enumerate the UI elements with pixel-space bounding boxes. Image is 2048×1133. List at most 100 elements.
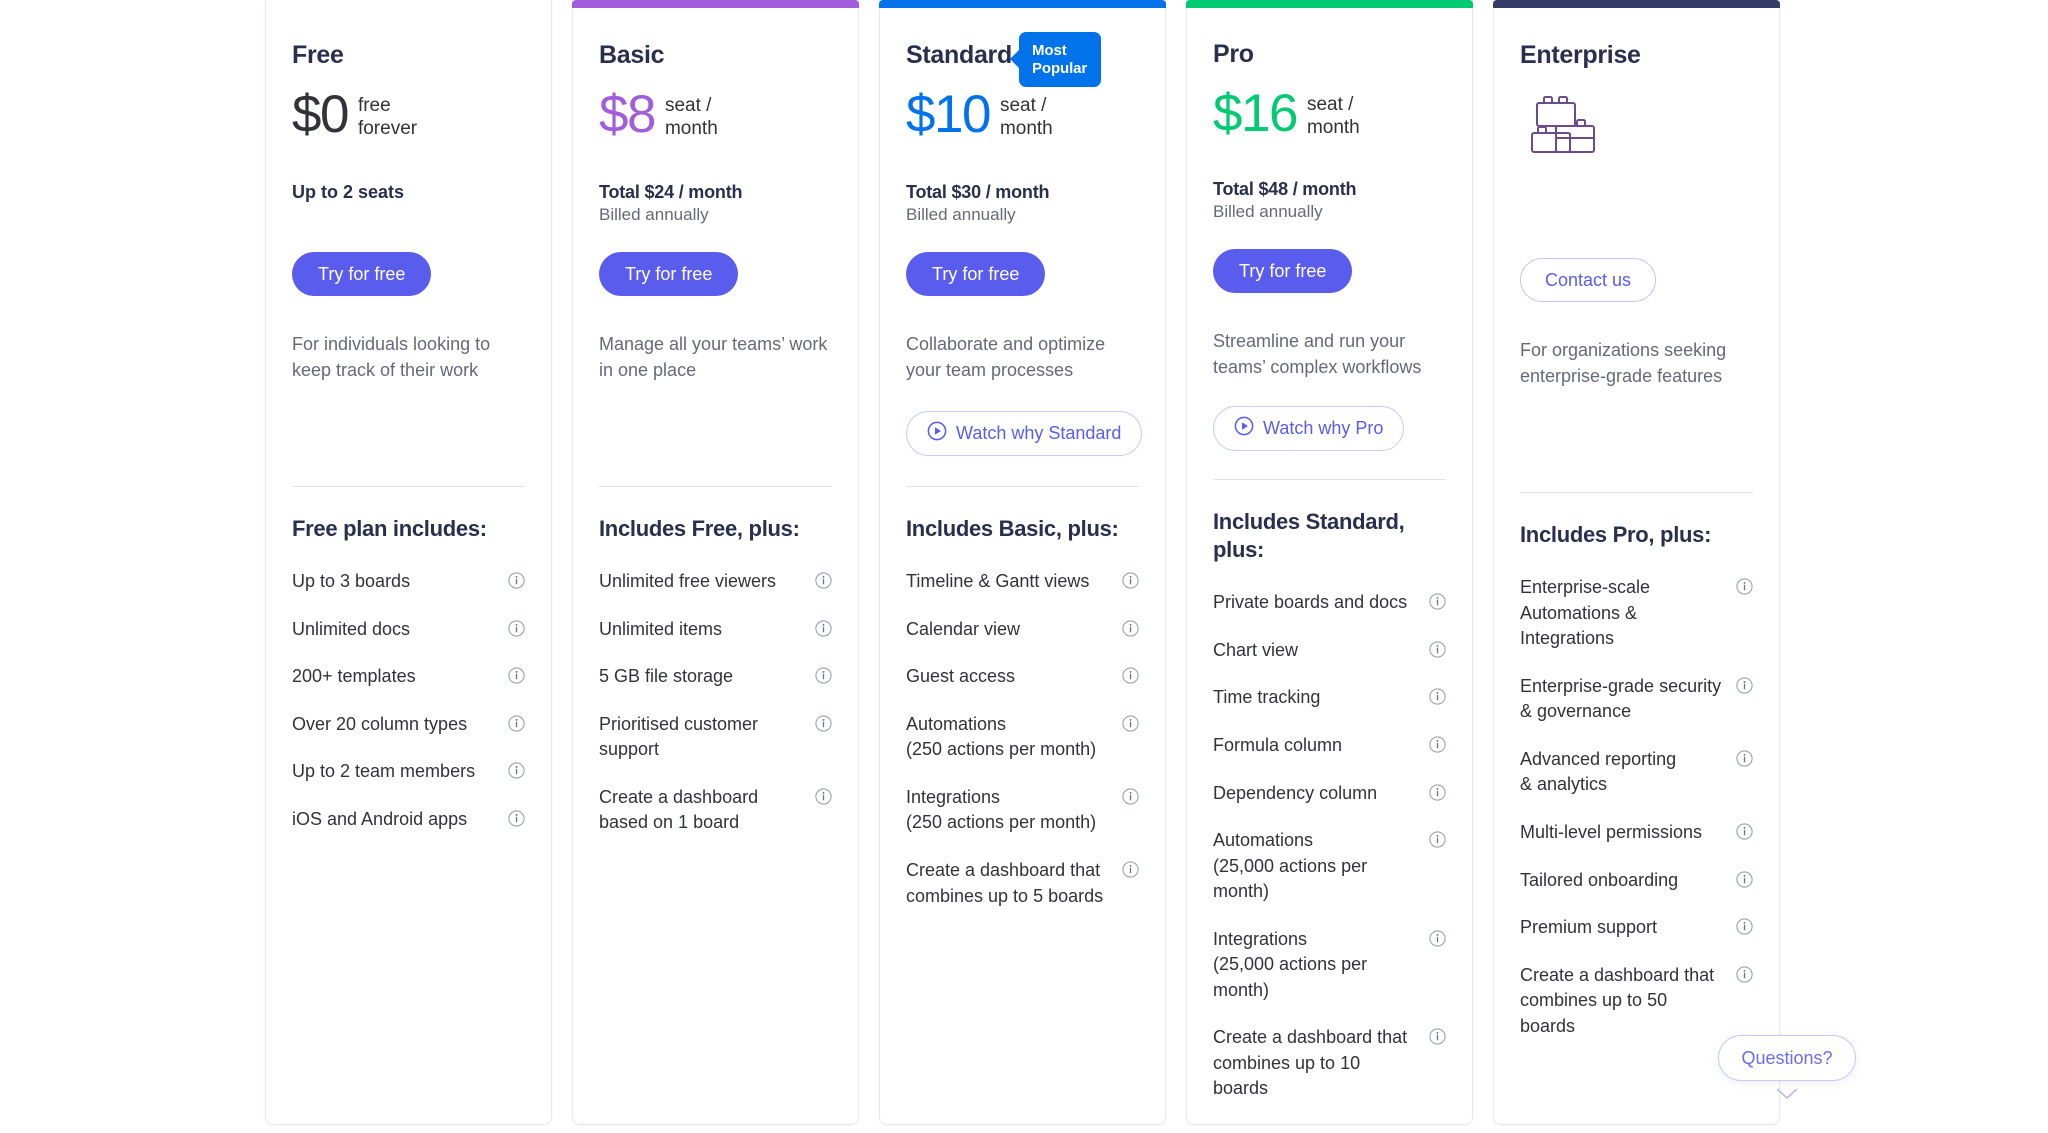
plan-price-standard: $10	[906, 85, 991, 144]
info-icon[interactable]	[1736, 965, 1753, 988]
plan-price-pro: $16	[1213, 84, 1298, 143]
feature-label: Over 20 column types	[292, 713, 468, 734]
info-icon[interactable]	[508, 572, 525, 594]
total-block-standard: Total $30 / month Billed annually	[906, 182, 1139, 224]
feature-label: Create a dashboard that combines up to 5…	[906, 859, 1104, 906]
feature-row: 200+ templates	[292, 664, 525, 690]
feature-label: Dependency column	[1213, 782, 1378, 803]
feature-label: Guest access	[906, 666, 1016, 687]
info-icon[interactable]	[1429, 593, 1446, 615]
feature-row: Up to 2 team members	[292, 759, 525, 785]
watch-slot-basic	[599, 408, 832, 458]
feature-label: Unlimited free viewers	[599, 571, 777, 592]
info-icon[interactable]	[815, 715, 832, 737]
info-icon[interactable]	[508, 762, 525, 784]
play-icon	[1234, 416, 1254, 441]
info-icon[interactable]	[1122, 572, 1139, 594]
info-icon[interactable]	[1736, 578, 1753, 600]
feature-row: Automations (25,000 actions per month)	[1213, 828, 1446, 905]
info-icon[interactable]	[1736, 870, 1753, 893]
feature-label: Enterprise-scale Automations & Integrati…	[1520, 577, 1651, 649]
cta-slot-pro: Try for free	[1213, 249, 1446, 294]
info-icon[interactable]	[508, 667, 525, 689]
info-icon[interactable]	[1736, 750, 1753, 772]
feature-row: Enterprise-scale Automations & Integrati…	[1520, 575, 1753, 652]
feature-row: Over 20 column types	[292, 712, 525, 738]
info-icon[interactable]	[1429, 641, 1446, 663]
feature-row: Enterprise-grade security & governance	[1520, 674, 1753, 725]
watch-why-standard-button[interactable]: Watch why Standard	[906, 410, 1143, 456]
chevron-down-icon[interactable]	[1774, 1086, 1800, 1107]
feature-label: Automations (25,000 actions per month)	[1213, 830, 1368, 902]
feature-label: Integrations (250 actions per month)	[906, 786, 1097, 833]
plan-title-enterprise: Enterprise	[1520, 40, 1641, 69]
plan-card-basic: Basic $8 seat / month Total $24 / month …	[572, 0, 859, 1125]
try-for-free-button-standard[interactable]: Try for free	[906, 252, 1046, 296]
feature-label: Private boards and docs	[1213, 592, 1408, 613]
feature-row: Chart view	[1213, 638, 1446, 664]
feature-label: Chart view	[1213, 639, 1299, 660]
info-icon[interactable]	[815, 620, 832, 642]
feature-row: Create a dashboard based on 1 board	[599, 785, 832, 836]
plan-total-standard: Total $30 / month	[906, 182, 1050, 202]
info-icon[interactable]	[508, 715, 525, 737]
help-widget: Questions?	[1718, 1035, 1856, 1107]
info-icon[interactable]	[1429, 831, 1446, 853]
blocks-icon	[1531, 96, 1595, 153]
try-for-free-button-free[interactable]: Try for free	[292, 252, 432, 296]
plan-title-free: Free	[292, 40, 344, 69]
info-icon[interactable]	[1122, 620, 1139, 642]
info-icon[interactable]	[1736, 918, 1753, 940]
plan-title-basic: Basic	[599, 40, 665, 69]
feature-label: Tailored onboarding	[1520, 869, 1679, 890]
feature-list-basic: Unlimited free viewers Unlimited items 5 G…	[599, 569, 832, 858]
info-icon[interactable]	[1736, 677, 1753, 699]
info-icon[interactable]	[1429, 736, 1446, 758]
price-row-pro: $16 seat / month	[1213, 84, 1446, 143]
feature-label: Up to 3 boards	[292, 571, 411, 592]
info-icon[interactable]	[508, 620, 525, 642]
info-icon[interactable]	[1429, 688, 1446, 710]
info-icon[interactable]	[1736, 823, 1753, 845]
info-icon[interactable]	[1122, 715, 1139, 737]
info-icon[interactable]	[815, 788, 832, 810]
cta-slot-enterprise: Contact us	[1520, 258, 1753, 302]
feature-row: Private boards and docs	[1213, 590, 1446, 616]
plan-billed-pro: Billed annually	[1213, 202, 1323, 222]
info-icon[interactable]	[815, 667, 832, 689]
plan-accent-bar-standard	[879, 0, 1166, 8]
contact-us-button[interactable]: Contact us	[1520, 258, 1657, 302]
plan-title-text-standard: Standard	[906, 40, 1012, 69]
feature-row: iOS and Android apps	[292, 807, 525, 833]
info-icon[interactable]	[1122, 788, 1139, 810]
feature-label: Create a dashboard that combines up to 1…	[1213, 1027, 1408, 1099]
watch-why-pro-button[interactable]: Watch why Pro	[1213, 405, 1405, 451]
info-icon[interactable]	[1122, 861, 1139, 883]
feature-label: Multi-level permissions	[1520, 821, 1703, 842]
plan-price-free: $0	[292, 85, 349, 144]
info-icon[interactable]	[815, 572, 832, 594]
info-icon[interactable]	[1429, 930, 1446, 952]
try-for-free-button-basic[interactable]: Try for free	[599, 252, 739, 296]
try-for-free-button-pro[interactable]: Try for free	[1213, 249, 1353, 294]
info-icon[interactable]	[508, 810, 525, 832]
feature-list-enterprise: Enterprise-scale Automations & Integrati…	[1520, 575, 1753, 1061]
includes-title-pro: Includes Standard, plus:	[1213, 509, 1405, 563]
feature-label: Unlimited items	[599, 618, 723, 639]
plan-price-unit-standard: seat / month	[999, 95, 1053, 140]
feature-label: Formula column	[1213, 734, 1343, 755]
plan-tagline-enterprise: For organizations seeking enterprise-gra…	[1520, 340, 1727, 386]
feature-label: Automations (250 actions per month)	[906, 713, 1097, 760]
divider-pro	[1213, 479, 1446, 481]
divider-standard	[906, 486, 1139, 487]
plan-total-pro: Total $48 / month	[1213, 179, 1357, 200]
play-icon	[927, 421, 947, 446]
info-icon[interactable]	[1122, 667, 1139, 689]
feature-label: 200+ templates	[292, 666, 416, 687]
feature-row: Integrations (250 actions per month)	[906, 785, 1139, 836]
info-icon[interactable]	[1429, 1028, 1446, 1050]
plan-card-standard: Standard Most Popular $10 seat / month T…	[879, 0, 1166, 1125]
questions-button[interactable]: Questions?	[1718, 1035, 1856, 1081]
info-icon[interactable]	[1429, 783, 1446, 806]
plan-accent-bar-enterprise	[1493, 0, 1780, 8]
